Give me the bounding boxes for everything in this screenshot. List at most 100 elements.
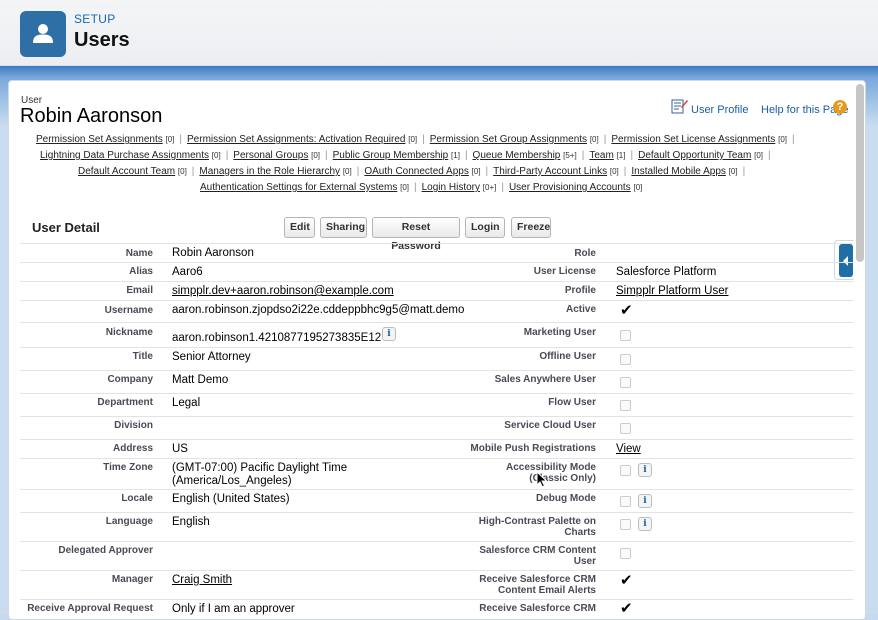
related-link[interactable]: Login History <box>422 182 480 193</box>
related-link[interactable]: Personal Groups <box>233 150 308 161</box>
checkbox-unchecked <box>620 465 631 476</box>
field-value: Robin Aaronson <box>172 247 254 259</box>
header-section-label: SETUP <box>74 12 116 26</box>
info-icon[interactable]: i <box>638 494 652 508</box>
checkbox-unchecked <box>620 400 631 411</box>
field-label: Locale <box>121 493 153 504</box>
field-value: Aaro6 <box>172 266 203 278</box>
related-link[interactable]: Public Group Membership <box>333 150 449 161</box>
info-icon[interactable]: i <box>382 327 396 341</box>
setup-header: SETUP Users <box>0 0 878 66</box>
related-link[interactable]: User Provisioning Accounts <box>509 182 631 193</box>
related-link[interactable]: Third-Party Account Links <box>493 166 607 177</box>
user-profile-link[interactable]: User Profile <box>691 104 748 116</box>
row-divider <box>20 416 853 417</box>
field-label: Email <box>126 285 153 296</box>
field-label: Receive Approval Request <box>27 603 153 614</box>
email-link[interactable]: simpplr.dev+aaron.robinson@example.com <box>172 285 394 298</box>
field-label: Nickname <box>105 327 153 338</box>
checkbox-unchecked <box>620 330 631 341</box>
checkbox-unchecked <box>620 519 631 530</box>
field-value: aaron.robinson1.4210877195273835E12 <box>172 332 382 344</box>
row-divider <box>20 300 853 301</box>
field-label: Receive Salesforce CRM <box>479 603 596 614</box>
field-value: Only if I am an approver <box>172 603 295 615</box>
related-link[interactable]: Authentication Settings for External Sys… <box>200 182 397 193</box>
field-label: Debug Mode <box>536 493 596 504</box>
related-link[interactable]: Managers in the Role Hierarchy <box>199 166 340 177</box>
record-name: Robin Aaronson <box>20 105 163 127</box>
sharing-button[interactable]: Sharing <box>320 217 367 238</box>
collapse-arrow-icon[interactable] <box>839 244 853 277</box>
field-label: Sales Anywhere User <box>494 374 596 385</box>
checkbox-unchecked <box>620 548 631 559</box>
manager-link[interactable]: Craig Smith <box>172 574 232 587</box>
field-label: Time Zone <box>103 462 153 473</box>
related-link[interactable]: Team <box>589 150 613 161</box>
login-button[interactable]: Login <box>465 217 505 238</box>
related-link[interactable]: Permission Set License Assignments <box>611 134 775 145</box>
related-link[interactable]: Permission Set Group Assignments <box>430 134 587 145</box>
related-links-row: Permission Set Assignments [0] | Permissio… <box>36 134 795 145</box>
row-divider <box>20 322 853 323</box>
reset-password-button[interactable]: Reset Password <box>372 217 460 252</box>
field-label: Profile <box>564 285 596 296</box>
row-divider <box>20 458 853 459</box>
field-label: Address <box>112 443 153 454</box>
edit-button[interactable]: Edit <box>284 217 315 238</box>
checkbox-unchecked <box>620 423 631 434</box>
related-link[interactable]: OAuth Connected Apps <box>364 166 469 177</box>
related-links-row: Default Account Team [0] | Managers in the… <box>78 166 746 177</box>
related-link[interactable]: Permission Set Assignments <box>36 134 163 145</box>
info-icon[interactable]: i <box>638 463 652 477</box>
field-value: Senior Attorney <box>172 351 251 363</box>
sidebar-toggle[interactable] <box>834 240 854 280</box>
related-link[interactable]: Default Account Team <box>78 166 175 177</box>
related-links-row: Authentication Settings for External Sys… <box>200 182 643 193</box>
field-label: Role <box>574 248 596 259</box>
freeze-button[interactable]: Freeze <box>511 217 551 238</box>
related-link[interactable]: Permission Set Assignments: Activation R… <box>187 134 405 145</box>
field-label: Department <box>97 397 153 408</box>
related-link[interactable]: Installed Mobile Apps <box>631 166 726 177</box>
checkbox-unchecked <box>620 496 631 507</box>
related-link[interactable]: Queue Membership <box>473 150 561 161</box>
field-label: Language <box>105 516 153 527</box>
row-divider <box>20 262 853 263</box>
user-profile-icon[interactable] <box>671 98 689 114</box>
field-value: English (United States) <box>172 493 290 505</box>
field-value: (GMT-07:00) Pacific Daylight Time <box>172 462 348 474</box>
field-label: Alias <box>129 266 153 277</box>
row-divider <box>20 347 853 348</box>
checked-icon: ✔ <box>620 572 633 589</box>
field-value: English <box>172 516 210 528</box>
row-divider <box>20 512 853 513</box>
field-label: Receive Salesforce CRM Content Email Ale… <box>479 574 596 596</box>
field-label: Title <box>132 351 153 362</box>
row-divider <box>20 489 853 490</box>
field-value: Salesforce Platform <box>616 266 717 278</box>
field-label: Offline User <box>539 351 596 362</box>
user-record-card <box>8 80 866 620</box>
help-icon[interactable]: ? <box>833 100 847 114</box>
field-label: Service Cloud User <box>504 420 596 431</box>
mouse-cursor-icon <box>536 471 548 488</box>
field-label: Salesforce CRM Content User <box>479 545 596 567</box>
field-label: Marketing User <box>523 327 596 338</box>
field-value: Legal <box>172 397 201 409</box>
profile-link[interactable]: Simpplr Platform User <box>616 285 728 298</box>
row-divider <box>20 243 853 244</box>
row-divider <box>20 393 853 394</box>
info-icon[interactable]: i <box>638 517 652 531</box>
checkbox-unchecked <box>620 377 631 388</box>
mobile-push-view-link[interactable]: View <box>616 443 641 456</box>
row-divider <box>20 281 853 282</box>
checked-icon: ✔ <box>620 302 633 319</box>
related-link[interactable]: Lightning Data Purchase Assignments <box>40 150 209 161</box>
field-label: User License <box>533 266 596 277</box>
vertical-scrollbar[interactable] <box>856 84 864 262</box>
field-label: Active <box>565 304 596 315</box>
related-link[interactable]: Default Opportunity Team <box>638 150 751 161</box>
field-label: Name <box>125 248 153 259</box>
field-label: Flow User <box>548 397 596 408</box>
